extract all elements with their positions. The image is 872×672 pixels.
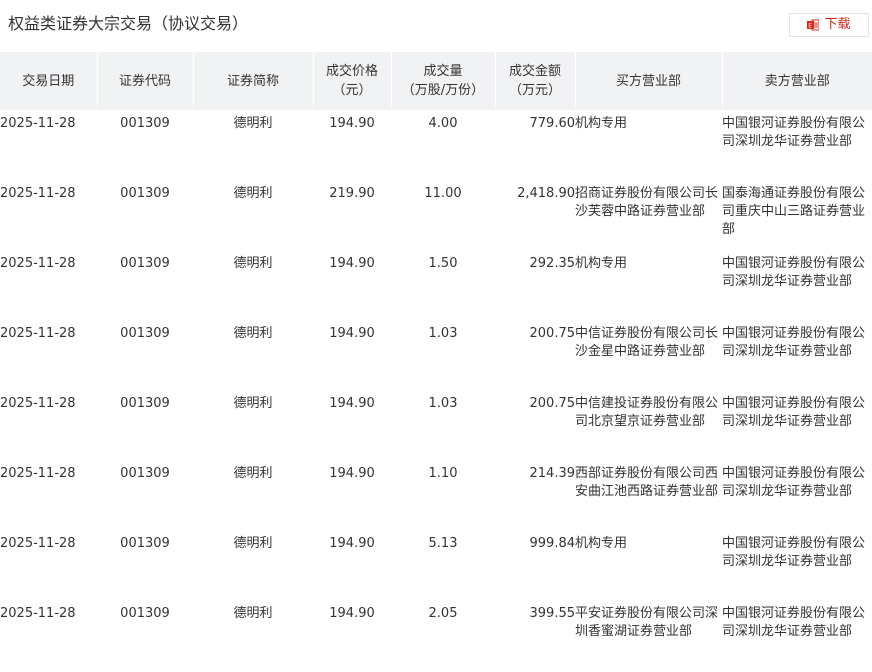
header-volume: 成交量 （万股/万份） (390, 52, 495, 110)
cell-seller: 中国银河证券股份有限公司深圳龙华证券营业部 (722, 116, 866, 149)
cell-date: 2025-11-28 (0, 116, 76, 131)
cell-buyer: 机构专用 (575, 536, 628, 551)
cell-date: 2025-11-28 (0, 396, 76, 411)
cell-name: 德明利 (233, 536, 273, 551)
cell-amount: 214.39 (529, 466, 576, 481)
cell-price: 194.90 (329, 466, 375, 481)
cell-date: 2025-11-28 (0, 606, 76, 621)
cell-code: 001309 (120, 606, 170, 621)
cell-volume: 2.05 (428, 606, 458, 621)
cell-volume: 5.13 (428, 536, 458, 551)
header-buyer: 买方营业部 (574, 52, 722, 110)
cell-buyer: 中信证券股份有限公司长沙金星中路证券营业部 (575, 326, 719, 359)
cell-seller: 中国银河证券股份有限公司深圳龙华证券营业部 (722, 396, 866, 429)
cell-code: 001309 (120, 326, 170, 341)
cell-date: 2025-11-28 (0, 186, 76, 201)
cell-price: 194.90 (329, 606, 375, 621)
excel-file-icon: E (807, 19, 820, 31)
cell-amount: 999.84 (529, 536, 576, 551)
cell-seller: 中国银河证券股份有限公司深圳龙华证券营业部 (722, 536, 866, 569)
cell-price: 194.90 (329, 256, 375, 271)
header-amount: 成交金额 （万元） (494, 52, 575, 110)
cell-code: 001309 (120, 186, 170, 201)
cell-buyer: 西部证券股份有限公司西安曲江池西路证券营业部 (575, 466, 719, 499)
table-row: 2025-11-28 001309 德明利 194.90 1.50 292.35… (0, 250, 872, 320)
page-header: 权益类证券大宗交易（协议交易） E 下载 (0, 0, 872, 50)
cell-code: 001309 (120, 536, 170, 551)
table-row: 2025-11-28 001309 德明利 194.90 1.03 200.75… (0, 320, 872, 390)
cell-name: 德明利 (233, 116, 273, 131)
cell-seller: 中国银河证券股份有限公司深圳龙华证券营业部 (722, 606, 866, 639)
header-date: 交易日期 (0, 52, 97, 110)
cell-code: 001309 (120, 256, 170, 271)
cell-buyer: 机构专用 (575, 256, 628, 271)
block-trade-table: 交易日期 证券代码 证券简称 成交价格 （元） 成交量 （万股/万份） 成交金额 （万… (0, 52, 872, 670)
table-row: 2025-11-28 001309 德明利 194.90 5.13 999.84… (0, 530, 872, 600)
svg-text:E: E (809, 23, 813, 30)
cell-price: 194.90 (329, 326, 375, 341)
cell-volume: 1.03 (428, 396, 458, 411)
cell-volume: 4.00 (428, 116, 458, 131)
cell-amount: 292.35 (529, 256, 576, 271)
table-row: 2025-11-28 001309 德明利 194.90 4.00 779.60… (0, 110, 872, 180)
download-button[interactable]: E 下载 (789, 13, 869, 37)
header-name: 证券简称 (192, 52, 313, 110)
cell-name: 德明利 (233, 606, 273, 621)
cell-date: 2025-11-28 (0, 466, 76, 481)
cell-volume: 1.50 (428, 256, 458, 271)
table-row: 2025-11-28 001309 德明利 194.90 1.03 200.75… (0, 390, 872, 460)
cell-name: 德明利 (233, 256, 273, 271)
cell-name: 德明利 (233, 466, 273, 481)
cell-seller: 中国银河证券股份有限公司深圳龙华证券营业部 (722, 326, 866, 359)
table-row: 2025-11-28 001309 德明利 194.90 1.10 214.39… (0, 460, 872, 530)
cell-name: 德明利 (233, 396, 273, 411)
cell-code: 001309 (120, 466, 170, 481)
cell-name: 德明利 (233, 326, 273, 341)
table-row: 2025-11-28 001309 德明利 219.90 11.00 2,418… (0, 180, 872, 250)
cell-name: 德明利 (233, 186, 273, 201)
cell-amount: 779.60 (529, 116, 576, 131)
header-price: 成交价格 （元） (312, 52, 391, 110)
table-header-row: 交易日期 证券代码 证券简称 成交价格 （元） 成交量 （万股/万份） 成交金额 （万… (0, 52, 872, 110)
cell-volume: 11.00 (424, 186, 462, 201)
cell-date: 2025-11-28 (0, 326, 76, 341)
cell-price: 219.90 (329, 186, 375, 201)
cell-volume: 1.03 (428, 326, 458, 341)
cell-seller: 国泰海通证券股份有限公司重庆中山三路证券营业部 (722, 186, 866, 237)
cell-buyer: 平安证券股份有限公司深圳香蜜湖证券营业部 (575, 606, 719, 639)
cell-date: 2025-11-28 (0, 256, 76, 271)
cell-seller: 中国银河证券股份有限公司深圳龙华证券营业部 (722, 256, 866, 289)
header-code: 证券代码 (96, 52, 193, 110)
cell-price: 194.90 (329, 116, 375, 131)
cell-amount: 2,418.90 (517, 186, 575, 201)
cell-amount: 399.55 (529, 606, 576, 621)
cell-buyer: 机构专用 (575, 116, 628, 131)
cell-code: 001309 (120, 116, 170, 131)
cell-buyer: 中信建投证券股份有限公司北京望京证券营业部 (575, 396, 719, 429)
cell-price: 194.90 (329, 396, 375, 411)
cell-amount: 200.75 (529, 396, 576, 411)
cell-seller: 中国银河证券股份有限公司深圳龙华证券营业部 (722, 466, 866, 499)
header-seller: 卖方营业部 (721, 52, 872, 110)
cell-amount: 200.75 (529, 326, 576, 341)
cell-price: 194.90 (329, 536, 375, 551)
cell-volume: 1.10 (428, 466, 458, 481)
cell-date: 2025-11-28 (0, 536, 76, 551)
page-title: 权益类证券大宗交易（协议交易） (8, 14, 249, 33)
table-row: 2025-11-28 001309 德明利 194.90 2.05 399.55… (0, 600, 872, 670)
cell-buyer: 招商证券股份有限公司长沙芙蓉中路证券营业部 (575, 186, 719, 219)
download-label: 下载 (824, 17, 851, 32)
cell-code: 001309 (120, 396, 170, 411)
